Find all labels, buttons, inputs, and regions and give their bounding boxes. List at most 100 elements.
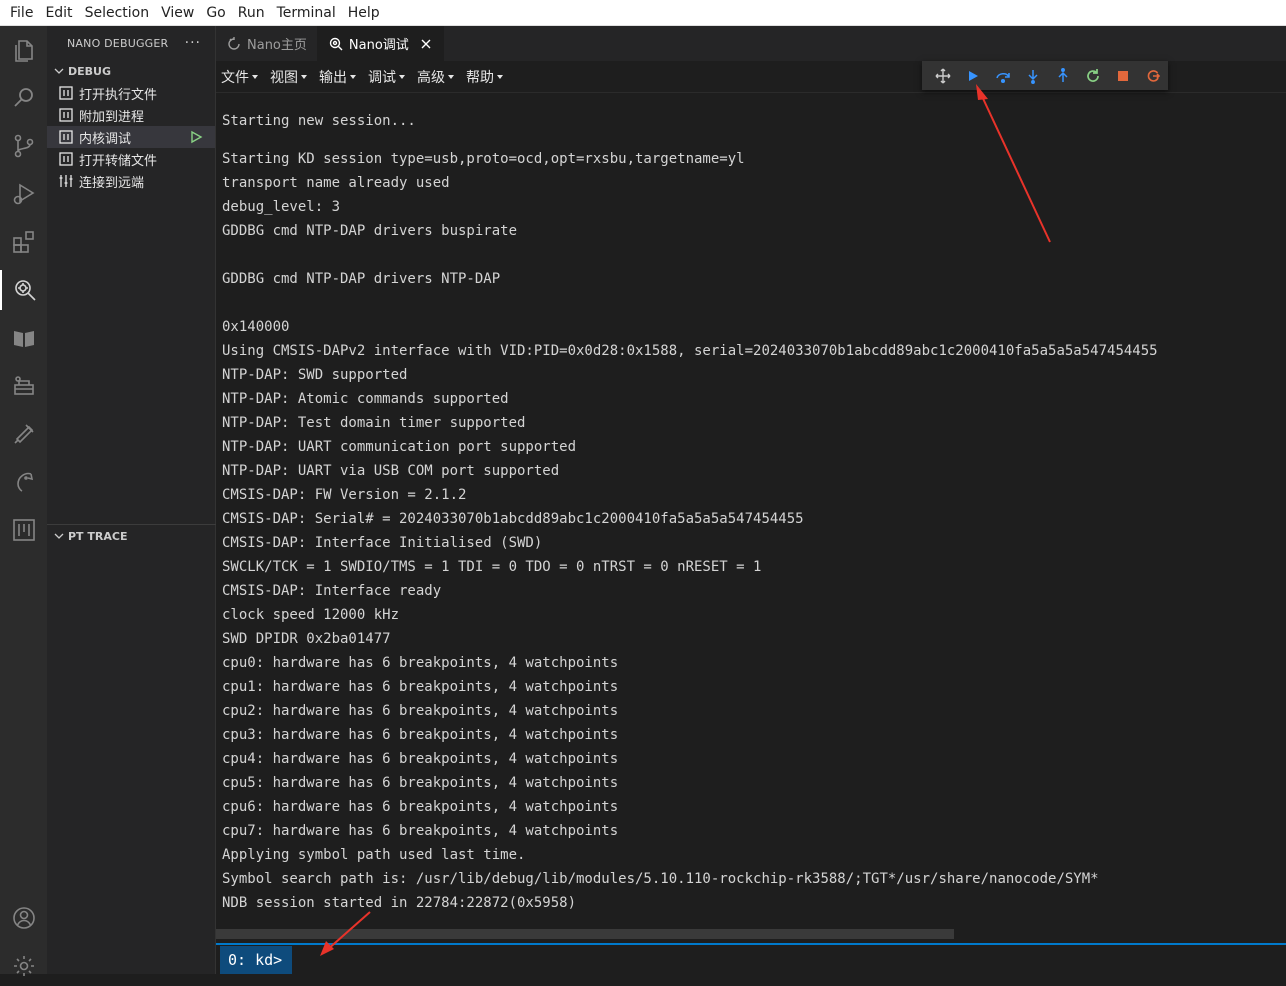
source-control-icon[interactable] xyxy=(0,126,47,166)
console-line: CMSIS-DAP: Serial# = 2024033070b1abcdd89… xyxy=(222,511,804,527)
sidebar-item-kernel-debug[interactable]: 内核调试 xyxy=(47,126,215,148)
search-icon[interactable] xyxy=(0,78,47,118)
run-debug-icon[interactable] xyxy=(0,174,47,214)
tab-bar: Nano主页 Nano调试 xyxy=(216,26,1286,61)
menu-edit[interactable]: Edit xyxy=(39,0,78,26)
menu-go[interactable]: Go xyxy=(200,0,231,26)
console-line: cpu0: hardware has 6 breakpoints, 4 watc… xyxy=(222,655,619,671)
menu-label: 文件 xyxy=(221,69,249,86)
console-line: cpu1: hardware has 6 breakpoints, 4 watc… xyxy=(222,679,619,695)
disconnect-icon[interactable] xyxy=(1138,61,1168,90)
settings-gear-icon[interactable] xyxy=(0,946,47,986)
debug-toolbar xyxy=(922,61,1168,90)
console-line: SWD DPIDR 0x2ba01477 xyxy=(222,631,391,647)
menu-label: 帮助 xyxy=(466,69,494,86)
sidebar-item-connect-remote[interactable]: 连接到远端 xyxy=(47,170,215,192)
drag-handle-icon[interactable] xyxy=(928,61,958,90)
console-line: GDDBG cmd NTP-DAP drivers buspirate xyxy=(222,223,518,239)
sidebar-item-label: 内核调试 xyxy=(79,131,132,147)
step-over-icon[interactable] xyxy=(988,61,1018,90)
close-icon[interactable] xyxy=(419,37,433,51)
sidebar-item-attach-process[interactable]: 附加到进程 xyxy=(47,104,215,126)
board-icon[interactable] xyxy=(0,510,47,550)
menu-help-cn[interactable]: 帮助 xyxy=(466,67,509,87)
restart-icon[interactable] xyxy=(1078,61,1108,90)
horse-icon[interactable] xyxy=(0,462,47,502)
sidebar: NANO DEBUGGER ··· DEBUG 打开执行文件 附加到进程 内核调… xyxy=(47,26,216,974)
menu-view[interactable]: View xyxy=(155,0,200,26)
menu-file[interactable]: File xyxy=(4,0,39,26)
nano-debugger-icon[interactable] xyxy=(0,270,47,310)
sidebar-item-open-dump[interactable]: 打开转储文件 xyxy=(47,148,215,170)
debugger-panel: 文件 视图 输出 调试 高级 帮助 Starting new session..… xyxy=(216,61,1286,974)
console-line: cpu2: hardware has 6 breakpoints, 4 watc… xyxy=(222,703,619,719)
console-line: NDB session started in 22784:22872(0x595… xyxy=(222,895,577,911)
sidebar-item-label: 连接到远端 xyxy=(79,175,145,191)
book-icon[interactable] xyxy=(0,318,47,358)
chevron-down-icon xyxy=(54,533,64,539)
tab-nano-home[interactable]: Nano主页 xyxy=(216,26,318,61)
chevron-down-icon xyxy=(54,68,64,74)
tab-nano-debug[interactable]: Nano调试 xyxy=(317,26,444,61)
menu-label: 调试 xyxy=(368,69,396,86)
console-line: cpu7: hardware has 6 breakpoints, 4 watc… xyxy=(222,823,619,839)
console-line: NTP-DAP: SWD supported xyxy=(222,367,408,383)
explorer-icon[interactable] xyxy=(0,30,47,70)
console-line: clock speed 12000 kHz xyxy=(222,607,400,623)
account-icon[interactable] xyxy=(0,898,47,938)
menu-terminal[interactable]: Terminal xyxy=(271,0,342,26)
caret-down-icon xyxy=(399,74,405,79)
menu-file-cn[interactable]: 文件 xyxy=(221,67,264,87)
command-prompt[interactable]: 0: kd> xyxy=(220,946,292,974)
console-line: cpu5: hardware has 6 breakpoints, 4 watc… xyxy=(222,775,619,791)
continue-icon[interactable] xyxy=(958,61,988,90)
sidebar-item-label: 附加到进程 xyxy=(79,109,145,125)
console-line: CMSIS-DAP: Interface Initialised (SWD) xyxy=(222,535,543,551)
menu-advanced-cn[interactable]: 高级 xyxy=(417,67,460,87)
toolbox-icon[interactable] xyxy=(0,366,47,406)
pt-trace-section-header[interactable]: PT TRACE xyxy=(47,525,216,547)
console-line: Starting KD session type=usb,proto=ocd,o… xyxy=(222,151,745,167)
debug-section-header[interactable]: DEBUG xyxy=(47,60,215,82)
loading-icon xyxy=(228,36,240,50)
step-out-icon[interactable] xyxy=(1048,61,1078,90)
menu-view-cn[interactable]: 视图 xyxy=(270,67,313,87)
console-line: SWCLK/TCK = 1 SWDIO/TMS = 1 TDI = 0 TDO … xyxy=(222,559,762,575)
bracket-icon xyxy=(59,152,73,166)
sidebar-item-open-executable[interactable]: 打开执行文件 xyxy=(47,82,215,104)
more-actions-icon[interactable]: ··· xyxy=(185,35,201,51)
console-line: Using CMSIS-DAPv2 interface with VID:PID… xyxy=(222,343,1158,359)
tab-label: Nano主页 xyxy=(247,38,307,53)
sliders-icon xyxy=(59,175,73,187)
stop-icon[interactable] xyxy=(1108,61,1138,90)
tab-label: Nano调试 xyxy=(348,38,409,53)
pt-trace-section: PT TRACE xyxy=(47,524,216,547)
menu-label: 视图 xyxy=(270,69,298,86)
step-into-icon[interactable] xyxy=(1018,61,1048,90)
menu-debug-cn[interactable]: 调试 xyxy=(368,67,411,87)
console-line: debug_level: 3 xyxy=(222,199,341,215)
menu-help[interactable]: Help xyxy=(342,0,386,26)
bracket-icon xyxy=(59,108,73,122)
menu-bar: File Edit Selection View Go Run Terminal… xyxy=(0,0,1286,26)
console-output: Starting new session... Starting KD sessi… xyxy=(222,109,1282,929)
extensions-icon[interactable] xyxy=(0,222,47,262)
horizontal-scrollbar[interactable] xyxy=(216,929,954,939)
pt-trace-section-title: PT TRACE xyxy=(68,529,128,543)
menu-selection[interactable]: Selection xyxy=(79,0,156,26)
caret-down-icon xyxy=(497,74,503,79)
sidebar-item-label: 打开转储文件 xyxy=(79,153,158,169)
bell-icon[interactable] xyxy=(0,414,47,454)
console-line: Symbol search path is: /usr/lib/debug/li… xyxy=(222,871,1099,887)
menu-run[interactable]: Run xyxy=(232,0,271,26)
run-icon[interactable] xyxy=(189,130,203,144)
bracket-icon xyxy=(59,86,73,100)
menu-output-cn[interactable]: 输出 xyxy=(319,67,362,87)
console-line: Applying symbol path used last time. xyxy=(222,847,526,863)
menu-label: 输出 xyxy=(319,69,347,86)
debug-search-icon xyxy=(329,37,343,50)
console-line: GDDBG cmd NTP-DAP drivers NTP-DAP xyxy=(222,271,501,287)
